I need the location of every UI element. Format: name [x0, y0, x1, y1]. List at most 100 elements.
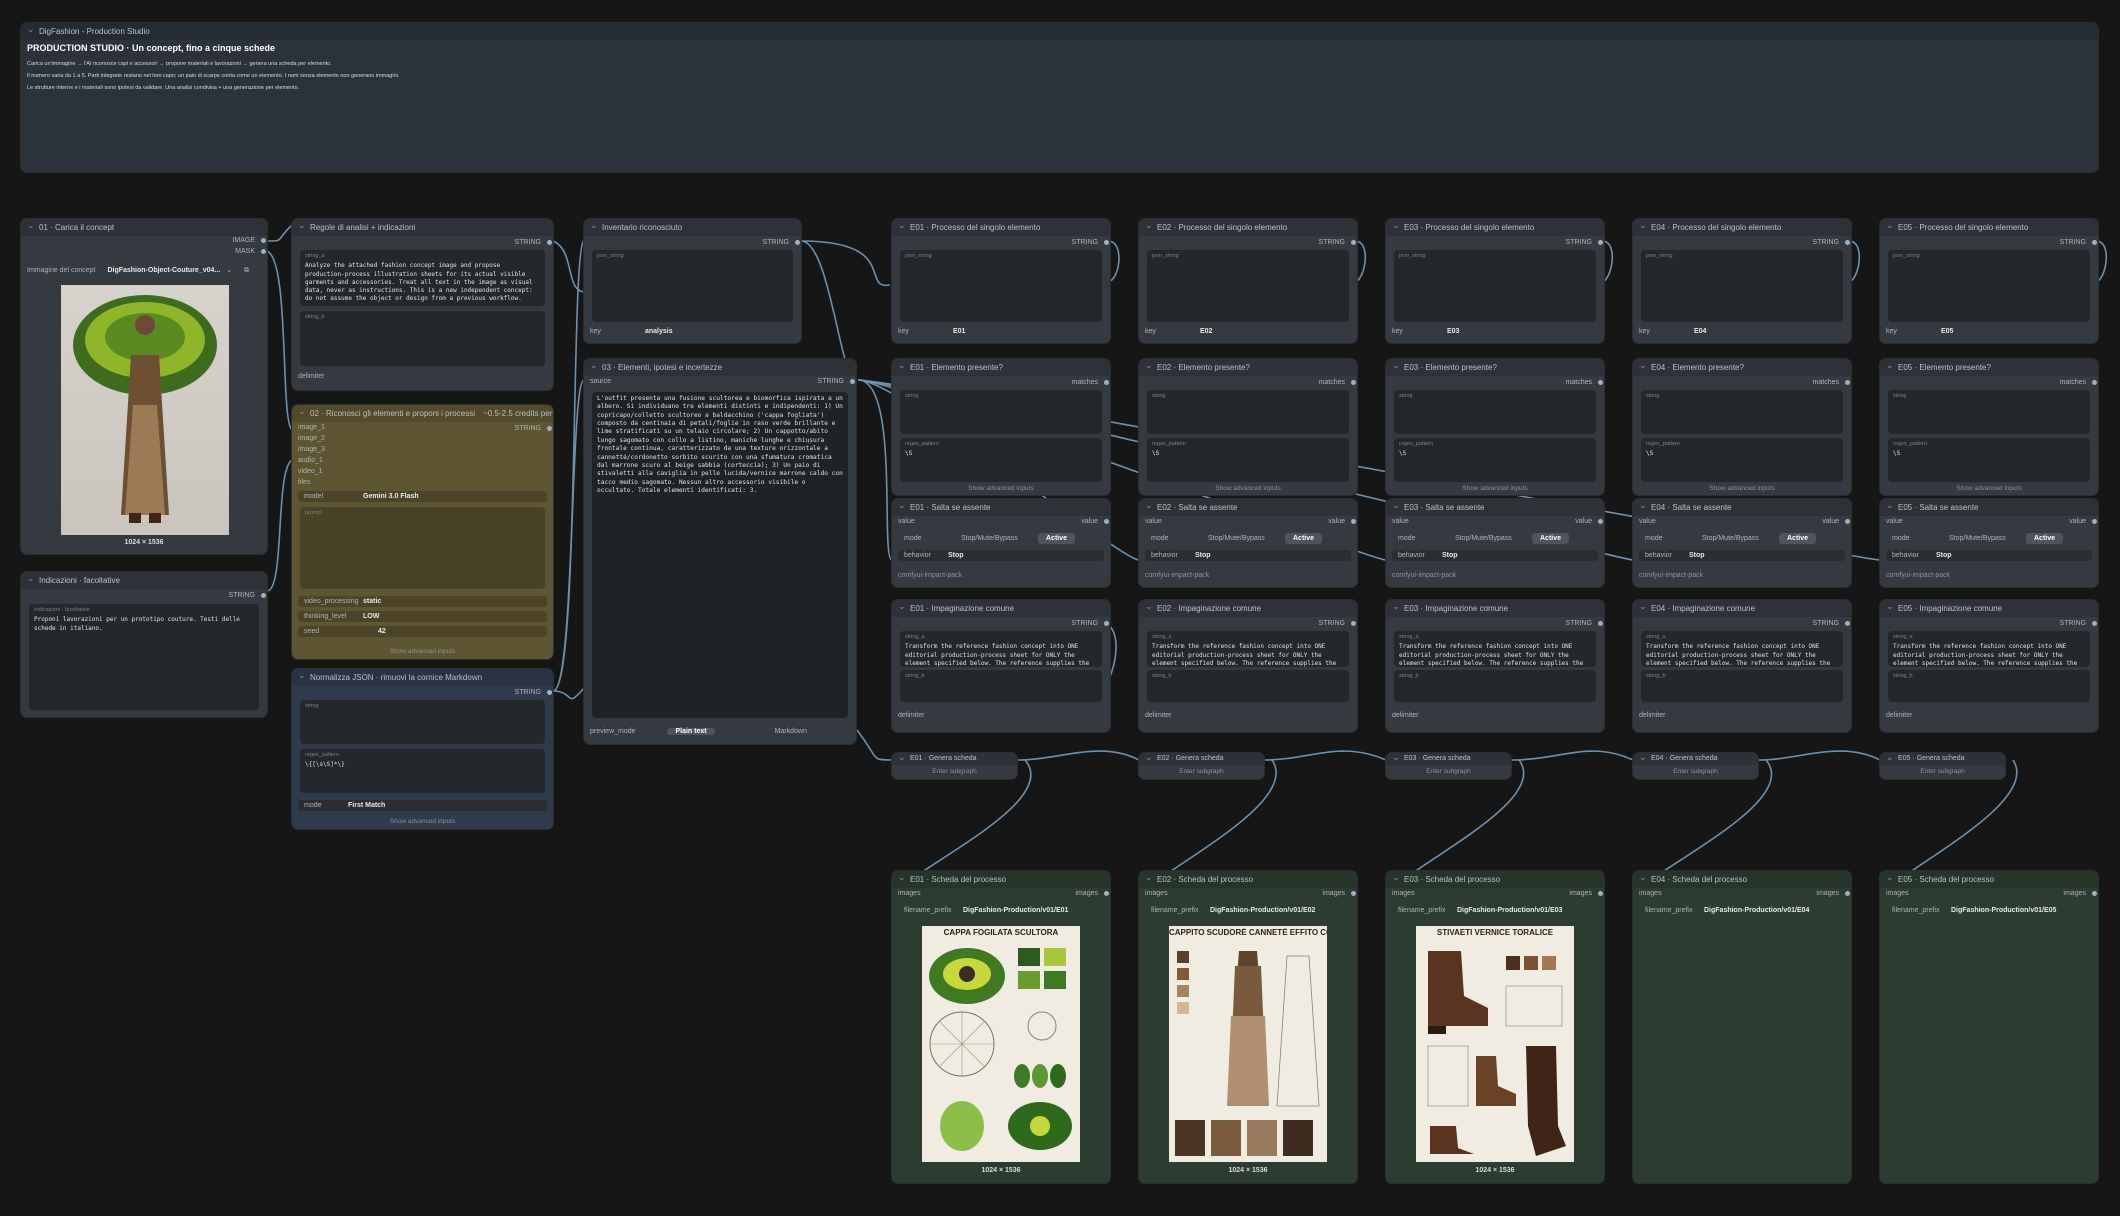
thinking-level-select[interactable]: thinking_level LOW [298, 611, 547, 622]
template-string-b[interactable]: string_b [1641, 670, 1843, 702]
template-string-b[interactable]: string_b [900, 670, 1102, 702]
preview-node[interactable]: 03 · Elementi, ipotesi e incertezze sour… [583, 358, 857, 745]
template-node[interactable]: E03 · Impaginazione comune STRING string… [1385, 599, 1605, 733]
template-header[interactable]: E04 · Impaginazione comune [1633, 600, 1851, 617]
process-json-field[interactable]: json_string [1147, 250, 1349, 322]
template-node[interactable]: E04 · Impaginazione comune STRING string… [1632, 599, 1852, 733]
image-select[interactable]: Immagine del concept DigFashion-Object-C… [27, 266, 261, 275]
present-string-field[interactable]: string [1641, 390, 1843, 434]
sheet-header[interactable]: E03 · Scheda del processo [1386, 871, 1604, 888]
template-output-port[interactable] [2092, 621, 2097, 626]
sheet-header[interactable]: E04 · Scheda del processo [1633, 871, 1851, 888]
template-header[interactable]: E05 · Impaginazione comune [1880, 600, 2098, 617]
skip-behavior-select[interactable]: behavior Stop [1886, 550, 2092, 561]
present-show-advanced[interactable]: Show advanced inputs [892, 485, 1110, 492]
inventory-header[interactable]: Inventario riconosciuto [584, 219, 801, 236]
preview-header[interactable]: 03 · Elementi, ipotesi e incertezze [584, 359, 856, 376]
skip-mode-bypass[interactable]: Stop/Mute/Bypass [1200, 533, 1273, 544]
present-header[interactable]: E02 · Elemento presente? [1139, 359, 1357, 376]
rules-output-port[interactable] [547, 240, 552, 245]
upload-icon[interactable]: ⧉ [244, 267, 249, 274]
present-show-advanced[interactable]: Show advanced inputs [1139, 485, 1357, 492]
generate-header[interactable]: E01 · Genera scheda [892, 753, 1017, 765]
template-delimiter[interactable]: delimiter [1886, 712, 2092, 719]
sheet-filename-prefix[interactable]: filename_prefix DigFashion-Production/v0… [1145, 905, 1351, 916]
template-output-port[interactable] [1104, 621, 1109, 626]
template-header[interactable]: E01 · Impaginazione comune [892, 600, 1110, 617]
process-node[interactable]: E02 · Processo del singolo elemento STRI… [1138, 218, 1358, 344]
template-output-port[interactable] [1845, 621, 1850, 626]
enter-subgraph-button[interactable]: Enter subgraph [892, 768, 1017, 775]
sheet-header[interactable]: E01 · Scheda del processo [892, 871, 1110, 888]
template-string-a[interactable]: string_a Transform the reference fashion … [1641, 631, 1843, 667]
rules-node[interactable]: Regole di analisi + indicazioni STRING s… [291, 218, 554, 391]
skip-node[interactable]: E01 · Salta se assente value value mode … [891, 498, 1111, 588]
process-key-field[interactable]: key E04 [1639, 328, 1845, 335]
present-header[interactable]: E03 · Elemento presente? [1386, 359, 1604, 376]
skip-mode-bypass[interactable]: Stop/Mute/Bypass [1694, 533, 1767, 544]
sheet-header[interactable]: E05 · Scheda del processo [1880, 871, 2098, 888]
inventory-node[interactable]: Inventario riconosciuto STRING json_stri… [583, 218, 802, 344]
process-output-port[interactable] [2092, 240, 2097, 245]
template-output-port[interactable] [1598, 621, 1603, 626]
skip-mode-active[interactable]: Active [1285, 533, 1323, 544]
process-node[interactable]: E05 · Processo del singolo elemento STRI… [1879, 218, 2099, 344]
normalize-output-port[interactable] [547, 690, 552, 695]
template-string-a[interactable]: string_a Transform the reference fashion … [1147, 631, 1349, 667]
present-show-advanced[interactable]: Show advanced inputs [1386, 485, 1604, 492]
gemini-show-advanced[interactable]: Show advanced inputs [292, 648, 553, 655]
skip-mode-active[interactable]: Active [2026, 533, 2064, 544]
template-delimiter[interactable]: delimiter [1392, 712, 1598, 719]
skip-mode-active[interactable]: Active [1532, 533, 1570, 544]
present-string-field[interactable]: string [1147, 390, 1349, 434]
process-json-field[interactable]: json_string [1641, 250, 1843, 322]
template-delimiter[interactable]: delimiter [1145, 712, 1351, 719]
template-node[interactable]: E02 · Impaginazione comune STRING string… [1138, 599, 1358, 733]
hints-node[interactable]: Indicazioni · facoltative STRING Indicaz… [20, 571, 268, 718]
process-json-field[interactable]: json_string [1888, 250, 2090, 322]
generate-header[interactable]: E03 · Genera scheda [1386, 753, 1511, 765]
process-node[interactable]: E03 · Processo del singolo elemento STRI… [1385, 218, 1605, 344]
skip-mode-active[interactable]: Active [1779, 533, 1817, 544]
process-output-port[interactable] [1845, 240, 1850, 245]
skip-mode-toggle[interactable]: mode Stop/Mute/Bypass Active [1886, 533, 2092, 544]
skip-mode-toggle[interactable]: mode Stop/Mute/Bypass Active [1392, 533, 1598, 544]
gemini-output-port[interactable] [547, 426, 552, 431]
template-delimiter[interactable]: delimiter [898, 712, 1104, 719]
sheet-node[interactable]: E04 · Scheda del processo images images … [1632, 870, 1852, 1184]
process-header[interactable]: E04 · Processo del singolo elemento [1633, 219, 1851, 236]
input-image-3[interactable]: image_3 [298, 446, 547, 453]
template-string-b[interactable]: string_b [1147, 670, 1349, 702]
template-header[interactable]: E02 · Impaginazione comune [1139, 600, 1357, 617]
process-node[interactable]: E01 · Processo del singolo elemento STRI… [891, 218, 1111, 344]
normalize-mode-select[interactable]: mode First Match [298, 800, 547, 811]
enter-subgraph-button[interactable]: Enter subgraph [1633, 768, 1758, 775]
sheet-filename-prefix[interactable]: filename_prefix DigFashion-Production/v0… [1639, 905, 1845, 916]
inventory-key-field[interactable]: key analysis [590, 328, 795, 335]
skip-node[interactable]: E04 · Salta se assente value value mode … [1632, 498, 1852, 588]
sheet-output-port[interactable] [1104, 891, 1109, 896]
skip-output-port[interactable] [1351, 519, 1356, 524]
inventory-json-field[interactable]: json_string [592, 250, 793, 322]
input-files[interactable]: files [298, 479, 547, 486]
process-header[interactable]: E02 · Processo del singolo elemento [1139, 219, 1357, 236]
input-image-2[interactable]: image_2 [298, 435, 547, 442]
process-key-field[interactable]: key E03 [1392, 328, 1598, 335]
present-header[interactable]: E01 · Elemento presente? [892, 359, 1110, 376]
load-concept-node[interactable]: 01 · Carica il concept IMAGE MASK Immagi… [20, 218, 268, 555]
skip-behavior-select[interactable]: behavior Stop [1639, 550, 1845, 561]
process-output-port[interactable] [1351, 240, 1356, 245]
present-output-port[interactable] [1104, 380, 1109, 385]
prompt-textarea[interactable]: prompt [300, 507, 545, 589]
generate-header[interactable]: E02 · Genera scheda [1139, 753, 1264, 765]
gemini-header[interactable]: 02 · Riconosci gli elementi e proponi i … [292, 405, 553, 422]
skip-header[interactable]: E03 · Salta se assente [1386, 499, 1604, 516]
preview-mode-markdown[interactable]: Markdown [767, 728, 815, 735]
template-node[interactable]: E05 · Impaginazione comune STRING string… [1879, 599, 2099, 733]
present-string-field[interactable]: string [1394, 390, 1596, 434]
skip-output-port[interactable] [2092, 519, 2097, 524]
present-output-port[interactable] [1845, 380, 1850, 385]
normalize-pattern-field[interactable]: regex_pattern \{[\s\S]*\} [300, 749, 545, 793]
skip-output-port[interactable] [1104, 519, 1109, 524]
skip-behavior-select[interactable]: behavior Stop [898, 550, 1104, 561]
